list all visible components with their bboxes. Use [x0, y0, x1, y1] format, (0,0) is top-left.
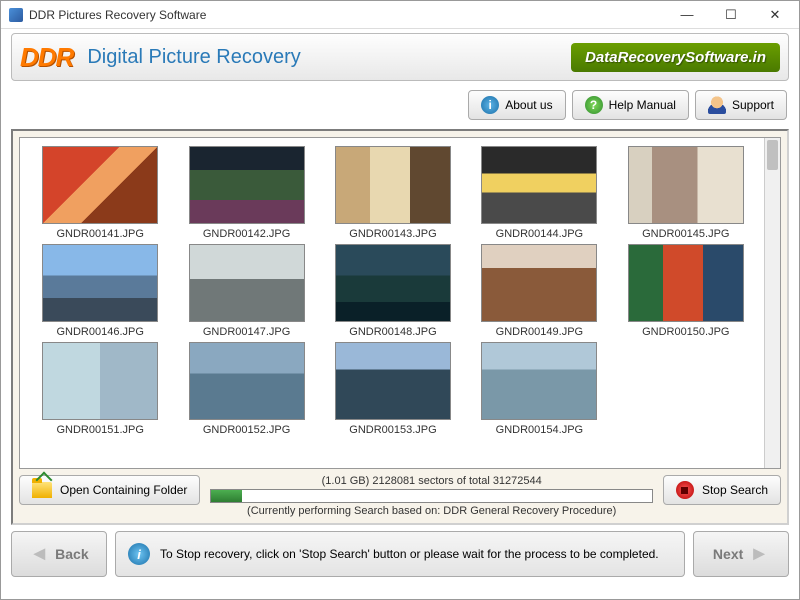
- thumbnail-area: GNDR00141.JPG GNDR00142.JPG GNDR00143.JPG G…: [19, 137, 781, 469]
- scrollbar[interactable]: [764, 138, 780, 468]
- progress-row: Open Containing Folder (1.01 GB) 2128081…: [19, 475, 781, 517]
- thumbnail-item[interactable]: GNDR00150.JPG: [618, 244, 754, 338]
- thumbnail-label: GNDR00154.JPG: [496, 424, 583, 436]
- support-button[interactable]: Support: [695, 90, 787, 120]
- logo: DDR: [20, 42, 73, 73]
- stop-search-button[interactable]: Stop Search: [663, 475, 781, 505]
- thumbnail-image: [42, 146, 158, 224]
- folder-icon: [32, 482, 52, 498]
- thumbnail-item[interactable]: GNDR00141.JPG: [32, 146, 168, 240]
- thumbnail-item[interactable]: GNDR00153.JPG: [325, 342, 461, 436]
- thumbnail-item[interactable]: GNDR00152.JPG: [178, 342, 314, 436]
- back-arrow-icon: ◄: [29, 543, 49, 566]
- progress-fill: [211, 490, 242, 502]
- thumbnail-image: [628, 146, 744, 224]
- thumbnail-image: [189, 342, 305, 420]
- thumbnail-label: GNDR00151.JPG: [56, 424, 143, 436]
- next-button[interactable]: Next ►: [693, 531, 789, 577]
- thumbnail-item[interactable]: GNDR00145.JPG: [618, 146, 754, 240]
- thumbnail-label: GNDR00141.JPG: [56, 228, 143, 240]
- brand-badge: DataRecoverySoftware.in: [571, 43, 780, 72]
- next-label: Next: [713, 546, 743, 562]
- progress-note: (Currently performing Search based on: D…: [247, 505, 616, 517]
- thumbnail-item[interactable]: GNDR00144.JPG: [471, 146, 607, 240]
- window-title: DDR Pictures Recovery Software: [29, 8, 665, 22]
- thumbnail-image: [42, 244, 158, 322]
- thumbnail-label: GNDR00144.JPG: [496, 228, 583, 240]
- thumbnail-item[interactable]: GNDR00142.JPG: [178, 146, 314, 240]
- thumbnail-item[interactable]: GNDR00146.JPG: [32, 244, 168, 338]
- thumbnail-item[interactable]: GNDR00154.JPG: [471, 342, 607, 436]
- about-label: About us: [505, 98, 552, 112]
- thumbnail-label: GNDR00153.JPG: [349, 424, 436, 436]
- support-label: Support: [732, 98, 774, 112]
- thumbnail-label: GNDR00145.JPG: [642, 228, 729, 240]
- minimize-button[interactable]: —: [665, 2, 709, 28]
- thumbnail-label: GNDR00142.JPG: [203, 228, 290, 240]
- next-arrow-icon: ►: [749, 543, 769, 566]
- app-title: Digital Picture Recovery: [87, 46, 571, 69]
- thumbnail-label: GNDR00147.JPG: [203, 326, 290, 338]
- thumbnail-label: GNDR00150.JPG: [642, 326, 729, 338]
- progress-bar: [210, 489, 653, 503]
- close-button[interactable]: ✕: [753, 2, 797, 28]
- maximize-button[interactable]: ☐: [709, 2, 753, 28]
- titlebar: DDR Pictures Recovery Software — ☐ ✕: [1, 1, 799, 29]
- thumbnail-image: [335, 244, 451, 322]
- hint-text: To Stop recovery, click on 'Stop Search'…: [160, 547, 659, 561]
- open-folder-button[interactable]: Open Containing Folder: [19, 475, 200, 505]
- thumbnail-label: GNDR00143.JPG: [349, 228, 436, 240]
- thumbnail-item[interactable]: GNDR00143.JPG: [325, 146, 461, 240]
- footer: ◄ Back i To Stop recovery, click on 'Sto…: [11, 531, 789, 577]
- thumbnail-label: GNDR00148.JPG: [349, 326, 436, 338]
- thumbnail-image: [189, 146, 305, 224]
- help-icon: ?: [585, 96, 603, 114]
- progress-center: (1.01 GB) 2128081 sectors of total 31272…: [210, 475, 653, 517]
- thumbnail-image: [481, 146, 597, 224]
- thumbnail-item[interactable]: GNDR00148.JPG: [325, 244, 461, 338]
- thumbnail-image: [189, 244, 305, 322]
- thumbnail-image: [335, 146, 451, 224]
- hint-info-icon: i: [128, 543, 150, 565]
- app-icon: [9, 8, 23, 22]
- stop-label: Stop Search: [702, 483, 768, 497]
- thumbnail-image: [628, 244, 744, 322]
- thumbnail-image: [481, 342, 597, 420]
- about-button[interactable]: i About us: [468, 90, 565, 120]
- thumbnail-item[interactable]: GNDR00149.JPG: [471, 244, 607, 338]
- thumbnail-label: GNDR00149.JPG: [496, 326, 583, 338]
- header: DDR Digital Picture Recovery DataRecover…: [11, 33, 789, 81]
- back-label: Back: [55, 546, 88, 562]
- info-icon: i: [481, 96, 499, 114]
- progress-status: (1.01 GB) 2128081 sectors of total 31272…: [322, 475, 542, 487]
- main-panel: GNDR00141.JPG GNDR00142.JPG GNDR00143.JPG G…: [11, 129, 789, 525]
- thumbnail-image: [42, 342, 158, 420]
- open-folder-label: Open Containing Folder: [60, 483, 187, 497]
- thumbnail-image: [481, 244, 597, 322]
- toolbar: i About us ? Help Manual Support: [11, 85, 789, 125]
- help-button[interactable]: ? Help Manual: [572, 90, 689, 120]
- scrollbar-thumb[interactable]: [767, 140, 778, 170]
- hint-bar: i To Stop recovery, click on 'Stop Searc…: [115, 531, 685, 577]
- help-label: Help Manual: [609, 98, 676, 112]
- back-button[interactable]: ◄ Back: [11, 531, 107, 577]
- thumbnail-label: GNDR00152.JPG: [203, 424, 290, 436]
- thumbnail-item[interactable]: GNDR00151.JPG: [32, 342, 168, 436]
- support-icon: [708, 96, 726, 114]
- thumbnail-item[interactable]: GNDR00147.JPG: [178, 244, 314, 338]
- thumbnail-label: GNDR00146.JPG: [56, 326, 143, 338]
- stop-icon: [676, 481, 694, 499]
- thumbnail-image: [335, 342, 451, 420]
